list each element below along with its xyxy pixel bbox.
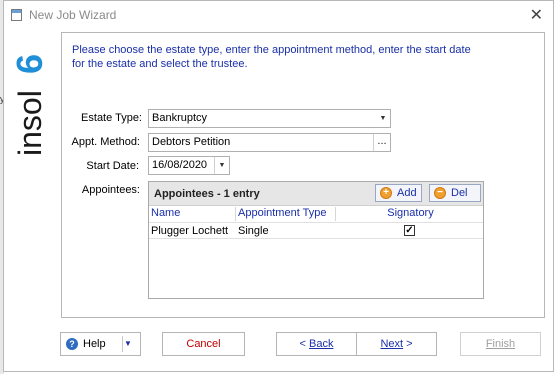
- estate-type-value: Bankruptcy: [152, 112, 208, 124]
- instructions-text: Please choose the estate type, enter the…: [72, 44, 471, 70]
- column-header-appointment-type[interactable]: Appointment Type: [236, 207, 336, 221]
- finish-label: Finish: [485, 338, 516, 350]
- column-header-name[interactable]: Name: [149, 207, 236, 221]
- calendar-dropdown-icon[interactable]: ▼: [214, 157, 229, 174]
- table-row[interactable]: Plugger Lochett Single ✓: [149, 222, 483, 239]
- grid-header: Appointees - 1 entry + Add − Del: [149, 182, 483, 206]
- logo-text: insol: [12, 90, 48, 156]
- add-appointee-button[interactable]: + Add: [375, 184, 422, 202]
- back-prefix: <: [299, 338, 309, 350]
- grid-title: Appointees - 1 entry: [154, 188, 260, 200]
- back-label: Back: [309, 338, 334, 350]
- window-title: New Job Wizard: [29, 8, 117, 22]
- finish-button[interactable]: Finish: [460, 332, 541, 356]
- help-label: Help: [83, 338, 106, 350]
- estate-type-dropdown[interactable]: Bankruptcy ▼: [148, 109, 391, 128]
- next-button[interactable]: Next >: [356, 332, 437, 356]
- del-label: Del: [451, 187, 468, 199]
- insol6-logo: insol 6: [10, 54, 50, 156]
- help-icon: ?: [66, 338, 78, 350]
- appt-method-label: Appt. Method:: [71, 136, 141, 148]
- split-divider: [122, 336, 123, 352]
- next-label: Next: [380, 338, 404, 350]
- start-date-field[interactable]: 16/08/2020 ▼: [148, 156, 230, 175]
- chevron-down-icon[interactable]: ▼: [124, 333, 136, 355]
- appt-method-browse-button[interactable]: ...: [373, 134, 390, 151]
- help-split-button[interactable]: ? Help ▼: [60, 332, 141, 356]
- title-bar: New Job Wizard ✕: [4, 1, 553, 29]
- appointees-grid: Appointees - 1 entry + Add − Del Name Ap…: [148, 181, 484, 299]
- appointees-label: Appointees:: [81, 184, 140, 196]
- row-appointment-type: Single: [238, 225, 269, 237]
- delete-appointee-button[interactable]: − Del: [429, 184, 481, 202]
- logo-mark: 6: [10, 54, 50, 74]
- row-name: Plugger Lochett: [151, 225, 229, 237]
- add-label: Add: [397, 187, 417, 199]
- minus-icon: −: [434, 187, 446, 199]
- start-date-value: 16/08/2020: [152, 159, 208, 171]
- estate-type-label: Estate Type:: [81, 112, 142, 124]
- back-button[interactable]: < Back: [276, 332, 357, 356]
- app-icon: [11, 9, 22, 21]
- plus-icon: +: [380, 187, 392, 199]
- start-date-label: Start Date:: [86, 160, 139, 172]
- appt-method-field[interactable]: Debtors Petition ...: [148, 133, 391, 152]
- cancel-button[interactable]: Cancel: [162, 332, 245, 356]
- chevron-down-icon[interactable]: ▼: [376, 110, 390, 127]
- column-header-signatory[interactable]: Signatory: [336, 207, 483, 221]
- appt-method-value: Debtors Petition: [152, 136, 231, 148]
- next-suffix: >: [403, 338, 413, 350]
- cancel-label: Cancel: [186, 338, 221, 350]
- signatory-checkbox[interactable]: ✓: [404, 225, 415, 236]
- close-icon[interactable]: ✕: [530, 5, 543, 25]
